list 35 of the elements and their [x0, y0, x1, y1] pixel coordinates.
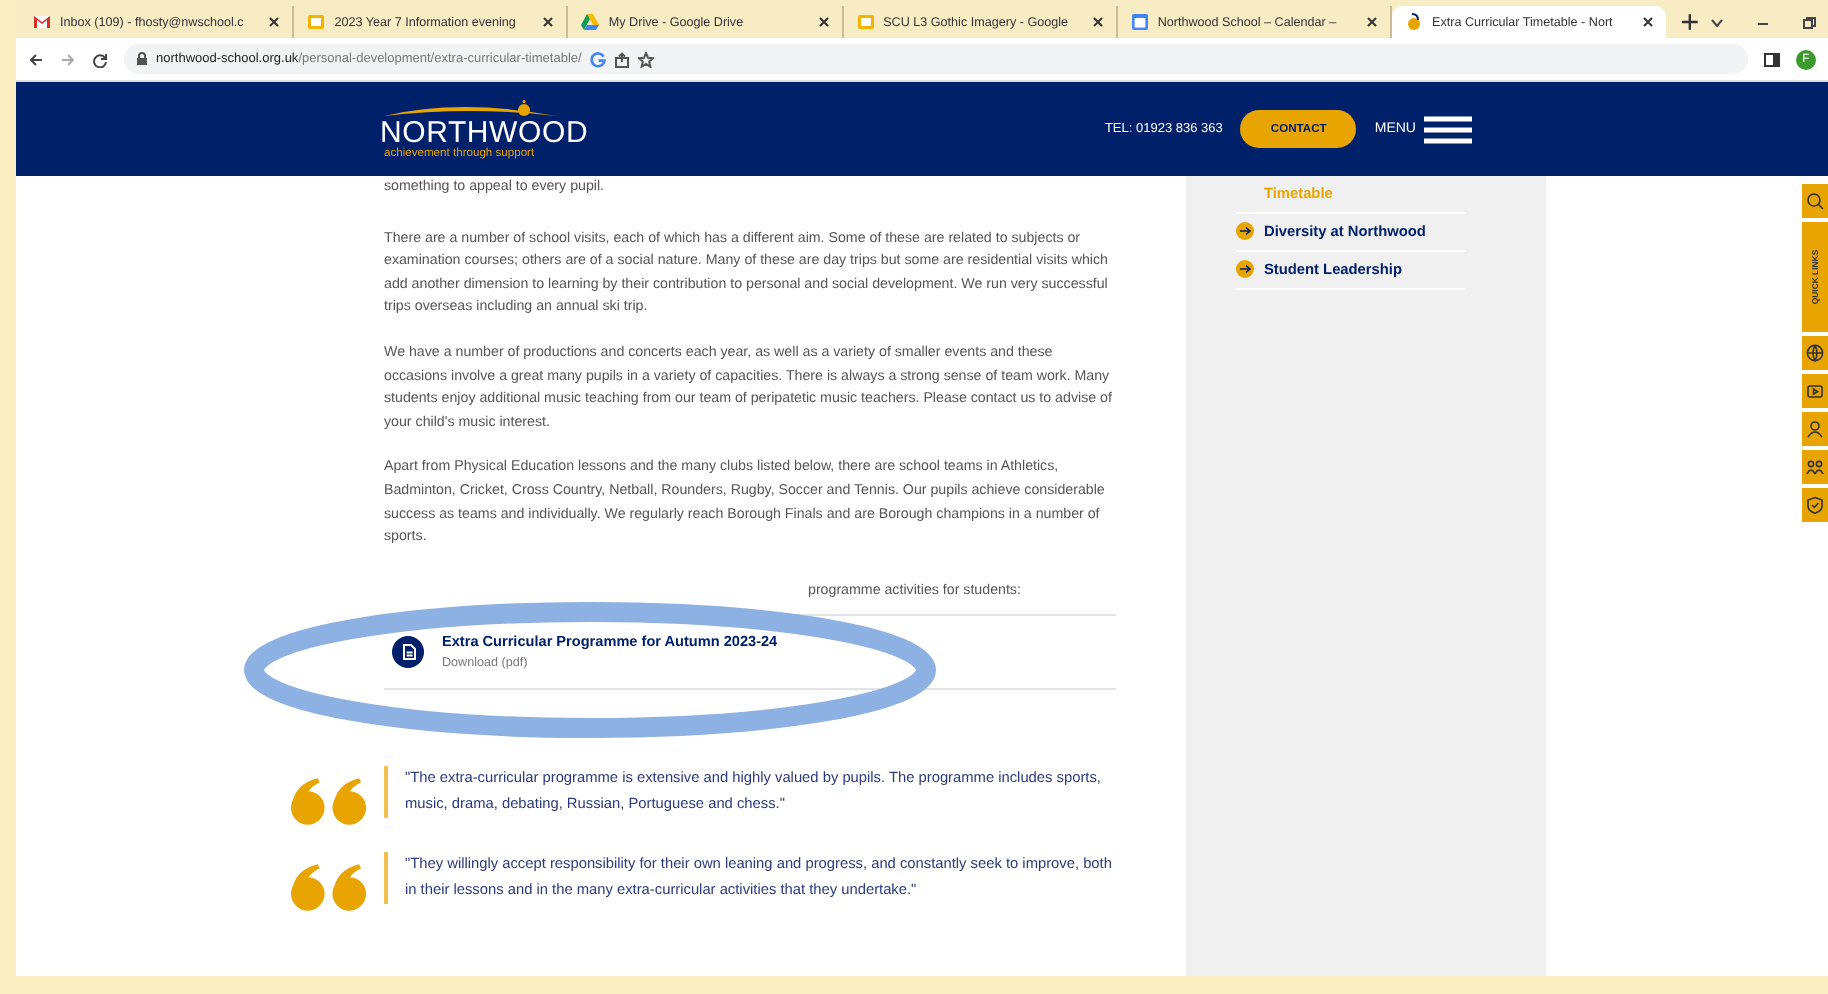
- back-arrow-icon[interactable]: [28, 51, 44, 67]
- people-icon[interactable]: [1806, 458, 1824, 476]
- quote-mark-icon: [290, 864, 369, 913]
- close-tab-icon[interactable]: [1642, 16, 1655, 28]
- logo-wordmark[interactable]: NORTHWOOD: [380, 117, 589, 147]
- reload-icon[interactable]: [92, 51, 108, 67]
- tab-favicon-icon: [855, 12, 876, 32]
- video-icon[interactable]: [1806, 382, 1824, 400]
- side-panel-icon[interactable]: [1764, 51, 1780, 67]
- star-icon[interactable]: [637, 51, 654, 67]
- close-tab-icon[interactable]: [542, 16, 555, 28]
- tab-favicon-icon: [32, 12, 52, 32]
- arrow-circle-icon: [1236, 222, 1254, 240]
- restore-icon[interactable]: [1802, 16, 1817, 30]
- close-tab-icon[interactable]: [1366, 16, 1379, 28]
- close-tab-icon[interactable]: [817, 16, 830, 28]
- tab-favicon-icon: [306, 12, 327, 32]
- menu-icon: [1424, 115, 1472, 143]
- lock-icon: [136, 52, 148, 66]
- person-icon[interactable]: [1806, 420, 1824, 438]
- share-icon[interactable]: [613, 51, 630, 67]
- search-icon[interactable]: [1806, 192, 1824, 210]
- tab-favicon-icon: [1404, 12, 1425, 32]
- globe-icon[interactable]: [1806, 344, 1824, 362]
- translate-icon[interactable]: [589, 51, 606, 67]
- tab-favicon-icon: [1129, 12, 1150, 32]
- close-tab-icon[interactable]: [1091, 16, 1104, 28]
- close-tab-icon[interactable]: [268, 16, 281, 28]
- document-glyph-icon: [401, 644, 415, 661]
- chevron-down-icon[interactable]: [1710, 16, 1725, 30]
- shield-icon[interactable]: [1806, 496, 1824, 514]
- new-tab-icon[interactable]: [1682, 14, 1699, 30]
- quote-mark-icon: [290, 778, 369, 827]
- tab-favicon-icon: [580, 12, 601, 32]
- arrow-circle-icon: [1236, 260, 1254, 278]
